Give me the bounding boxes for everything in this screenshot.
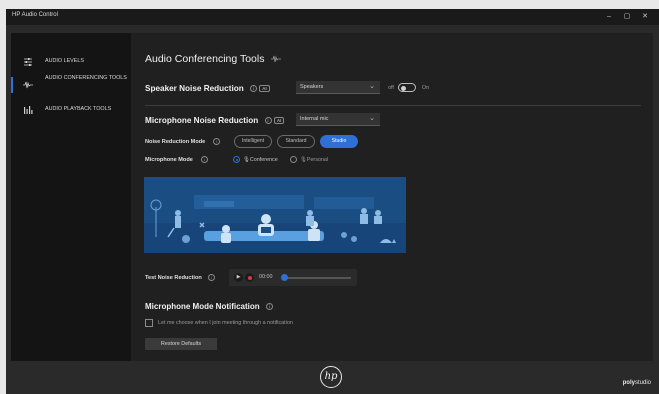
personal-radio[interactable]: [290, 156, 297, 163]
sidebar-item-label: AUDIO PLAYBACK TOOLS: [45, 106, 112, 112]
speaker-nr-heading: Speaker Noise Reduction i AI: [145, 84, 270, 93]
divider: [145, 105, 641, 106]
minimize-button[interactable]: –: [602, 11, 616, 22]
conference-illustration: [144, 177, 406, 253]
test-player: ▶ 00:00: [229, 269, 357, 286]
close-button[interactable]: ✕: [638, 11, 652, 22]
info-icon[interactable]: i: [208, 274, 215, 281]
mic-device-select[interactable]: Internal mic ⌄: [296, 113, 380, 126]
waveform-icon: [23, 81, 33, 89]
mic-icon: 🎙: [243, 157, 250, 163]
info-icon[interactable]: i: [264, 117, 272, 125]
record-button[interactable]: [245, 273, 254, 282]
info-icon[interactable]: i: [201, 156, 208, 163]
chevron-down-icon: ⌄: [369, 115, 375, 122]
maximize-button[interactable]: ▢: [620, 11, 634, 22]
toggle-off-label: off: [388, 85, 394, 91]
mode-studio-button[interactable]: Studio: [320, 135, 358, 148]
chevron-down-icon: ⌄: [369, 83, 375, 90]
sidebar: AUDIO LEVELS AUDIO CONFERENCING TOOLS AU…: [11, 33, 131, 361]
sidebar-item-label: AUDIO LEVELS: [45, 58, 84, 64]
time-readout: 00:00: [259, 274, 273, 280]
hp-logo-icon: hp: [320, 366, 342, 388]
restore-defaults-button[interactable]: Restore Defaults: [145, 338, 217, 350]
notification-heading: Microphone Mode Notification i: [145, 302, 273, 311]
active-indicator: [11, 77, 13, 93]
sidebar-item-audio-levels[interactable]: AUDIO LEVELS: [11, 53, 131, 73]
toggle-on-label: On: [422, 85, 430, 91]
bars-icon: [24, 106, 33, 114]
mic-icon: 🎙: [300, 157, 307, 163]
conference-radio-label: 🎙Conference: [243, 157, 278, 163]
sidebar-item-label: AUDIO CONFERENCING TOOLS: [45, 75, 127, 81]
conference-radio[interactable]: [233, 156, 240, 163]
toggle-knob: [401, 85, 406, 91]
play-button[interactable]: ▶: [234, 273, 243, 282]
mode-intelligent-button[interactable]: Intelligent: [234, 135, 272, 148]
office-scene-image: [144, 177, 406, 253]
ai-badge: AI: [259, 85, 270, 93]
sidebar-item-conferencing[interactable]: AUDIO CONFERENCING TOOLS: [11, 75, 131, 95]
speaker-nr-toggle[interactable]: [398, 83, 416, 92]
mic-mode-label: Microphone Mode: [145, 157, 193, 163]
notification-checkbox[interactable]: [145, 319, 153, 327]
sliders-icon: [24, 58, 32, 66]
window-title: HP Audio Control: [12, 12, 58, 18]
poly-studio-logo: polystudio: [622, 380, 651, 386]
info-icon[interactable]: i: [265, 303, 273, 311]
notification-checkbox-label: Let me choose when I join meeting throug…: [158, 320, 293, 326]
sidebar-item-playback[interactable]: AUDIO PLAYBACK TOOLS: [11, 101, 131, 121]
page-title: Audio Conferencing Tools: [145, 53, 282, 65]
record-dot-icon: [247, 275, 252, 280]
mode-standard-button[interactable]: Standard: [277, 135, 315, 148]
waveform-icon: [271, 55, 282, 63]
title-bar: HP Audio Control – ▢ ✕: [6, 9, 659, 25]
progress-thumb[interactable]: [281, 274, 288, 281]
test-nr-label: Test Noise Reduction: [145, 275, 202, 281]
speaker-device-select[interactable]: Speakers ⌄: [296, 81, 380, 94]
nr-mode-label: Noise Reduction Mode: [145, 139, 206, 145]
mic-nr-heading: Microphone Noise Reduction i AI: [145, 116, 285, 125]
ai-badge: AI: [273, 117, 285, 125]
personal-radio-label: 🎙Personal: [300, 157, 329, 163]
progress-track[interactable]: [283, 277, 351, 279]
info-icon[interactable]: i: [250, 85, 258, 93]
info-icon[interactable]: i: [213, 138, 220, 145]
